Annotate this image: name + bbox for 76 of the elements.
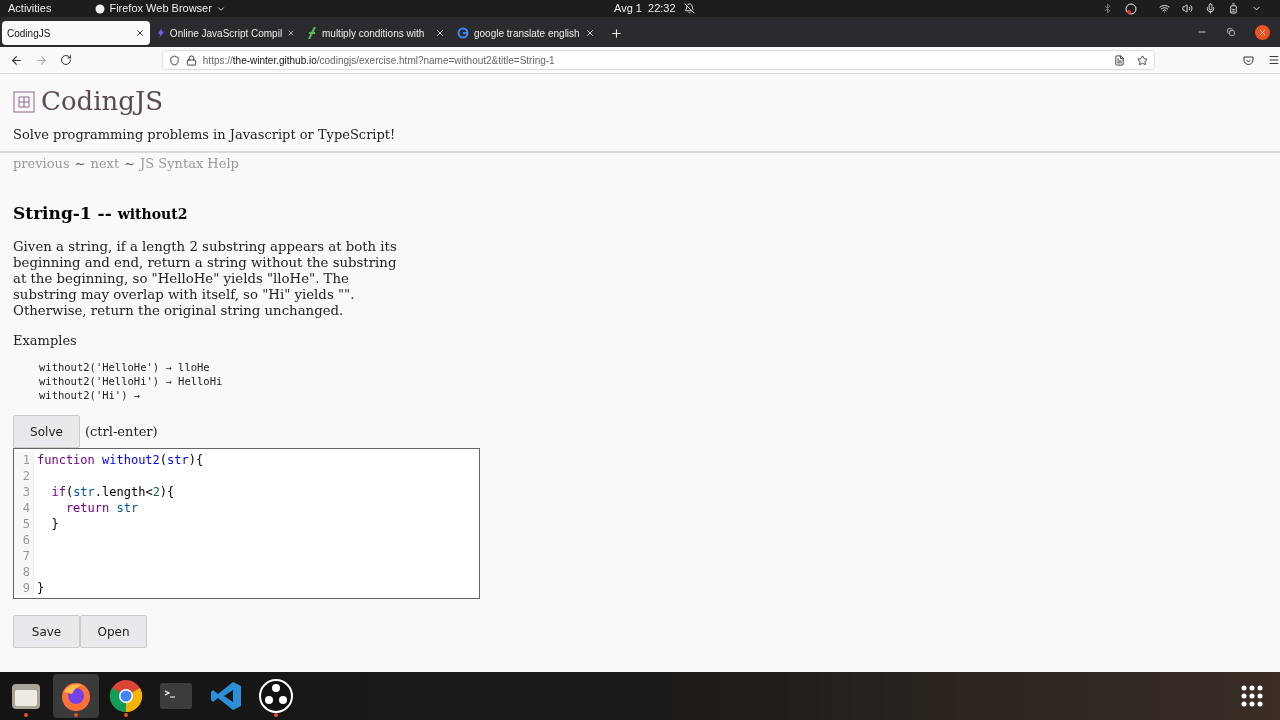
browser-tab[interactable]: multiply conditions with (302, 21, 450, 45)
close-icon[interactable] (585, 28, 595, 38)
bell-off-icon (683, 3, 695, 14)
url-text: https://the-winter.github.io/codingjs/exercise.html?name=without2&title=String-1 (202, 53, 555, 68)
line-number: 8 (14, 564, 34, 580)
bluetooth-icon[interactable] (1102, 3, 1113, 14)
browser-tab[interactable]: Online JavaScript Compil (152, 21, 300, 45)
new-tab-icon[interactable] (610, 26, 623, 40)
shield-icon (168, 54, 180, 66)
tab-title: google translate english (474, 26, 580, 41)
shortcut-hint: (ctrl-enter) (85, 422, 158, 441)
dock-item[interactable] (53, 674, 99, 718)
code-line: return str (64, 500, 139, 516)
terminal-icon[interactable] (160, 683, 192, 709)
close-icon (1258, 27, 1267, 37)
code-line: } (36, 580, 45, 596)
recorder-icon[interactable] (259, 679, 293, 713)
example-line: without2('HelloHe') → lloHe (39, 360, 211, 374)
tab-title: multiply conditions with (322, 26, 426, 41)
code-line: if(str.length<2){ (50, 484, 175, 500)
line-number: 9 (14, 580, 34, 596)
tab-title: CodingJS (7, 26, 52, 41)
site-title: CodingJS (41, 85, 164, 118)
clock[interactable]: Avg 1 22:32 (614, 0, 676, 17)
code-line: } (50, 516, 59, 532)
wifi-icon[interactable] (1159, 3, 1170, 14)
menu-icon[interactable] (1268, 54, 1280, 66)
battery-icon[interactable] (1228, 3, 1239, 14)
code-editor-icon[interactable] (210, 680, 242, 712)
microphone-icon[interactable] (1205, 3, 1216, 14)
close-icon[interactable] (135, 28, 145, 38)
pocket-icon[interactable] (1243, 54, 1255, 66)
activities-button[interactable]: Activities (8, 0, 52, 17)
google-icon (457, 27, 469, 39)
tab-title: Online JavaScript Compil (169, 26, 283, 41)
back-icon[interactable] (10, 53, 23, 67)
gauge-icon[interactable] (1125, 2, 1137, 15)
close-icon[interactable] (435, 28, 445, 38)
example-line: without2('HelloHi') → HelloHi (39, 374, 224, 388)
line-number: 7 (14, 548, 34, 564)
line-number: 3 (14, 484, 34, 500)
app-menu[interactable]: Firefox Web Browser (95, 0, 226, 17)
browser-tab[interactable]: CodingJS (2, 21, 150, 45)
reader-view-icon[interactable] (1114, 54, 1126, 66)
folder-icon[interactable] (11, 681, 41, 711)
address-bar[interactable]: https://the-winter.github.io/codingjs/exercise.html?name=without2&title=String-1 (161, 50, 1156, 70)
app-grid-icon[interactable] (1241, 685, 1263, 707)
code-line: function without2(str){ (36, 452, 204, 468)
browser-tab[interactable]: google translate english (452, 21, 600, 45)
example-line: without2('Hi') → (39, 388, 142, 402)
solve-button[interactable]: Solve (13, 415, 80, 448)
bolt-icon (157, 27, 165, 39)
lock-icon (185, 54, 197, 66)
editor-button[interactable]: Save (13, 615, 80, 648)
line-number: 6 (14, 532, 34, 548)
problem-description: Given a string, if a length 2 substring appears at both its beginning and end, return a string without the substring at the beginning, so "HelloHe" yields "lloHe". The substring may overlap with itself, so "Hi" yields "". Otherwise, return the original string unchanged. (13, 238, 398, 319)
line-number: 1 (14, 452, 34, 468)
separator: ~ (74, 154, 86, 173)
examples-label: Examples (13, 331, 78, 350)
chrome-icon[interactable] (109, 679, 143, 713)
restore-icon[interactable] (1227, 28, 1235, 36)
reload-icon[interactable] (59, 54, 72, 66)
close-window-button[interactable] (1255, 24, 1270, 40)
editor-button[interactable]: Open (80, 615, 147, 648)
code-editor[interactable]: 1 function without2(str){ 2 3 if(str.length<2){ 4 return str 5 } 6 7 8 9 } (13, 448, 480, 599)
bookmark-icon[interactable] (1137, 54, 1149, 66)
separator: ~ (124, 154, 136, 173)
line-number: 4 (14, 500, 34, 516)
volume-icon[interactable] (1182, 3, 1193, 14)
line-number: 2 (14, 468, 34, 484)
line-number: 5 (14, 516, 34, 532)
browser-icon (95, 3, 106, 14)
tagline: Solve programming problems in Javascript or TypeScript! (13, 126, 397, 144)
browser-icon[interactable] (60, 680, 92, 712)
close-icon[interactable] (287, 28, 295, 38)
exercise-heading: String-1 -- without2 (13, 202, 189, 225)
